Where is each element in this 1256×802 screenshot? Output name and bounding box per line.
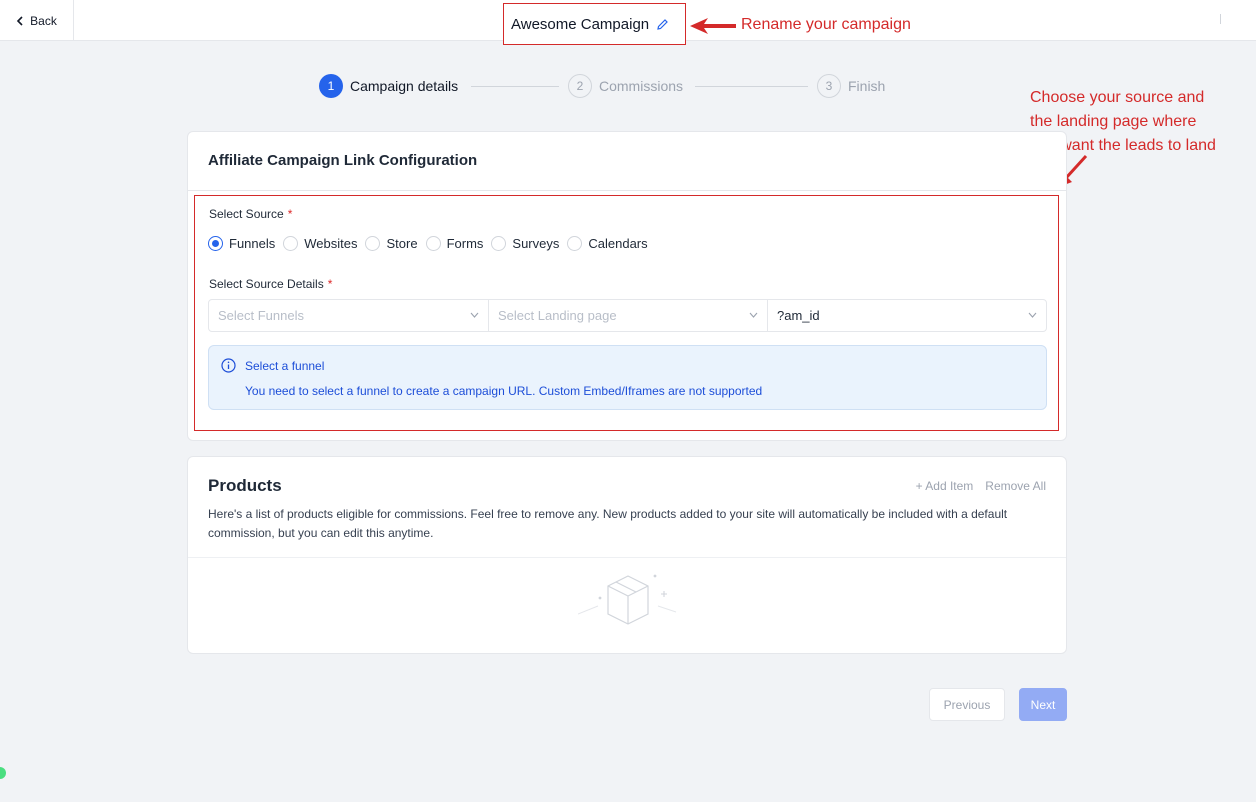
status-indicator (0, 767, 6, 779)
products-description: Here's a list of products eligible for c… (208, 507, 1008, 540)
annotation-rename: Rename your campaign (741, 16, 911, 33)
radio-funnels[interactable]: Funnels (208, 235, 276, 251)
step-number: 2 (568, 74, 592, 98)
empty-box-icon (578, 574, 677, 625)
radio-store[interactable]: Store (365, 235, 418, 251)
stepper: 1 Campaign details 2 Commissions 3 Finis… (319, 74, 899, 100)
products-card: Products + Add Item Remove All Here's a … (187, 456, 1067, 654)
radio-label: Store (386, 235, 418, 251)
radio-dot (425, 235, 441, 251)
select-placeholder: Select Funnels (218, 308, 304, 323)
radio-dot (365, 235, 381, 251)
step-label: Campaign details (350, 78, 459, 94)
annotation-source-line: Choose your source and (1030, 89, 1205, 106)
field-label-text: Select Source Details (209, 277, 324, 291)
remove-all-button[interactable]: Remove All (985, 479, 1046, 493)
info-icon (221, 358, 236, 373)
step-commissions[interactable]: 2 Commissions (568, 74, 683, 98)
select-value: ?am_id (777, 308, 820, 323)
add-item-button[interactable]: + Add Item (916, 479, 974, 493)
radio-label: Surveys (512, 235, 560, 251)
step-label: Finish (848, 78, 886, 94)
campaign-title-editor[interactable]: Awesome Campaign (503, 3, 686, 45)
step-number: 3 (817, 74, 841, 98)
campaign-title: Awesome Campaign (511, 15, 650, 33)
source-details-selects: Select Funnels Select Landing page ?am_i… (208, 299, 1047, 332)
radio-label: Forms (446, 235, 484, 251)
divider (188, 557, 1066, 558)
radio-dot (491, 235, 507, 251)
radio-label: Funnels (229, 235, 276, 251)
radio-surveys[interactable]: Surveys (491, 235, 560, 251)
previous-button[interactable]: Previous (929, 688, 1005, 721)
pencil-icon[interactable] (656, 18, 669, 31)
info-alert: Select a funnel You need to select a fun… (208, 345, 1047, 410)
divider (1220, 14, 1221, 24)
required-mark: * (287, 207, 293, 221)
back-button[interactable]: Back (0, 0, 74, 41)
step-number: 1 (319, 74, 343, 98)
required-mark: * (327, 277, 333, 291)
back-label: Back (30, 13, 57, 28)
products-title: Products (208, 476, 282, 495)
divider (188, 190, 1066, 191)
chevron-left-icon (17, 15, 23, 26)
chevron-down-icon (470, 312, 479, 318)
radio-label: Calendars (588, 235, 648, 251)
landing-page-select[interactable]: Select Landing page (488, 300, 767, 331)
select-source-details-label: Select Source Details * (209, 277, 332, 291)
radio-calendars[interactable]: Calendars (567, 235, 648, 251)
param-select[interactable]: ?am_id (767, 300, 1046, 331)
field-label-text: Select Source (209, 207, 284, 221)
info-title: Select a funnel (245, 359, 325, 373)
funnel-select[interactable]: Select Funnels (209, 300, 488, 331)
chevron-down-icon (1028, 312, 1037, 318)
radio-forms[interactable]: Forms (425, 235, 484, 251)
annotation-arrow-icon (690, 18, 736, 34)
chevron-down-icon (749, 312, 758, 318)
radio-label: Websites (304, 235, 358, 251)
step-label: Commissions (599, 78, 684, 94)
radio-dot (208, 235, 223, 251)
step-connector (471, 86, 559, 87)
products-actions: + Add Item Remove All (916, 479, 1046, 493)
source-radio-group: Funnels Websites Store Forms Surveys Cal… (208, 234, 656, 252)
next-button[interactable]: Next (1019, 688, 1067, 721)
step-campaign-details[interactable]: 1 Campaign details (319, 74, 458, 98)
card-title: Affiliate Campaign Link Configuration (208, 152, 478, 169)
select-placeholder: Select Landing page (498, 308, 617, 323)
step-finish[interactable]: 3 Finish (817, 74, 885, 98)
radio-dot (283, 235, 299, 251)
select-source-label: Select Source * (209, 207, 292, 221)
info-message: You need to select a funnel to create a … (245, 384, 763, 398)
step-connector (695, 86, 808, 87)
radio-dot (567, 235, 583, 251)
radio-websites[interactable]: Websites (283, 235, 358, 251)
